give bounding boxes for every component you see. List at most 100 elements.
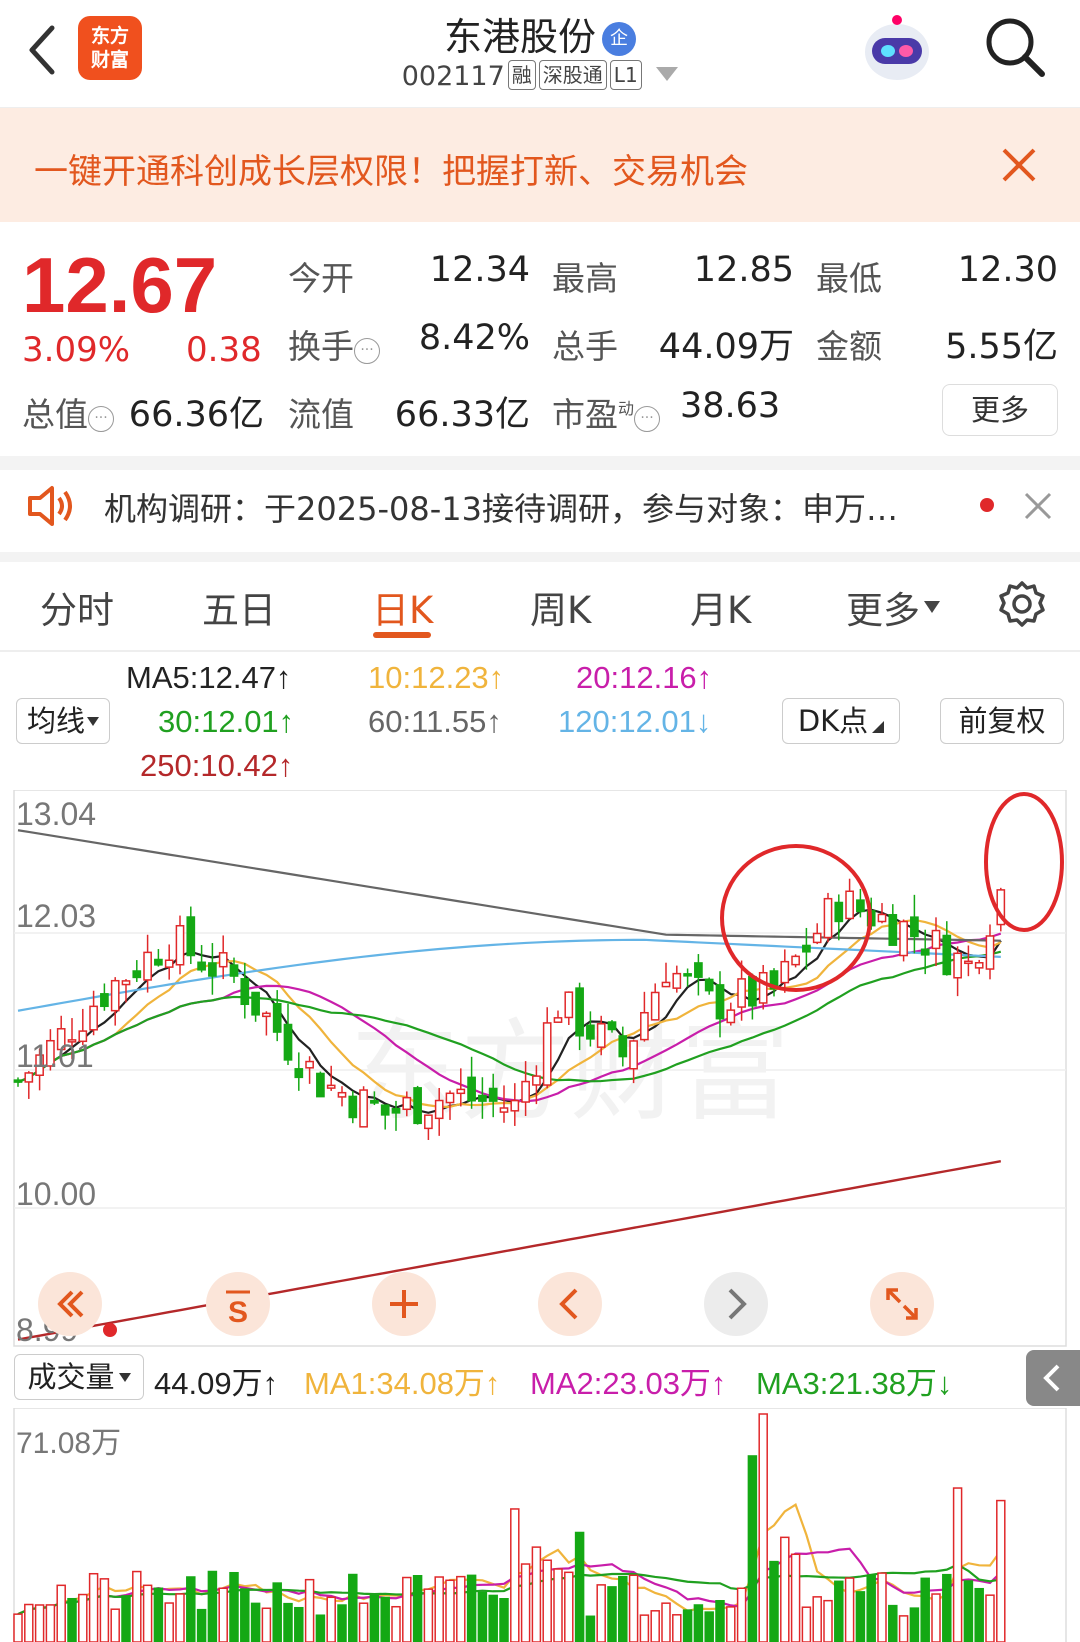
candle-body xyxy=(229,964,239,977)
dk-point-button[interactable]: DK点 xyxy=(782,698,900,744)
news-ticker[interactable]: 机构调研：于2025-08-13接待调研，参与对象：申万… xyxy=(104,484,898,530)
volume-bar xyxy=(240,1588,250,1642)
info-icon[interactable]: ··· xyxy=(634,406,661,432)
candle-body xyxy=(931,929,941,950)
pe-label[interactable]: 市盈动 ··· xyxy=(552,388,661,436)
volume-indicator-selector[interactable]: 成交量 xyxy=(14,1354,144,1400)
candle-body xyxy=(164,959,174,968)
candle-body xyxy=(974,962,984,969)
candle-body xyxy=(834,901,844,923)
volume-bar xyxy=(477,1591,488,1642)
turnover-label[interactable]: 换手 ··· xyxy=(288,320,380,368)
volume-bar xyxy=(715,1600,725,1642)
zoom-in-button[interactable] xyxy=(372,1272,436,1336)
volume-bar xyxy=(369,1594,380,1642)
change-percent: 3.09% xyxy=(22,330,131,370)
tab-weekly-k[interactable]: 周K xyxy=(530,580,591,634)
scroll-start-button[interactable] xyxy=(38,1272,102,1336)
candle-body xyxy=(780,960,790,984)
low-label: 最低 xyxy=(816,259,882,298)
volume-bar xyxy=(121,1595,131,1642)
candle-body xyxy=(283,1023,293,1061)
volume-bar xyxy=(218,1587,228,1642)
volume-bar xyxy=(434,1576,444,1642)
more-quote-button[interactable]: 更多 xyxy=(942,384,1058,436)
stock-name: 东港股份 xyxy=(443,15,596,59)
candle-body xyxy=(942,934,952,976)
tab-monthly-k[interactable]: 月K xyxy=(690,580,751,634)
volume-bar xyxy=(34,1604,45,1642)
candle-body xyxy=(542,1022,552,1086)
tab-daily-k[interactable]: 日K xyxy=(372,580,433,634)
high-label: 最高 xyxy=(552,259,618,298)
close-icon[interactable] xyxy=(1022,490,1054,522)
volume-bar xyxy=(672,1614,682,1642)
candle-body xyxy=(553,1017,563,1023)
plus-icon xyxy=(390,1290,418,1318)
candle-body xyxy=(175,924,185,966)
volume-bar xyxy=(996,1499,1006,1642)
low-value: 12.30 xyxy=(957,250,1058,290)
candle-body xyxy=(434,1099,444,1120)
scroll-left-button[interactable] xyxy=(538,1272,602,1336)
volume-bar xyxy=(693,1604,704,1642)
volume-bar xyxy=(974,1587,984,1642)
candle-body xyxy=(910,916,919,938)
candle-body xyxy=(985,935,995,970)
volume-bar xyxy=(445,1579,455,1642)
volume-bar xyxy=(423,1588,434,1642)
info-icon[interactable]: ··· xyxy=(88,406,114,432)
volume-chart[interactable] xyxy=(0,1408,1080,1642)
collapse-panel-button[interactable] xyxy=(1026,1350,1080,1406)
volume-bar xyxy=(13,1613,23,1642)
volume-bar xyxy=(909,1607,920,1642)
tab-five-day[interactable]: 五日 xyxy=(202,580,276,634)
candle-body xyxy=(143,951,152,981)
open-value: 12.34 xyxy=(429,250,530,290)
double-chevron-left-icon xyxy=(57,1290,84,1318)
float-cap-label: 流值 xyxy=(288,395,354,434)
volume-bar xyxy=(456,1575,466,1642)
info-icon[interactable]: ··· xyxy=(354,338,380,364)
turnover-value: 8.42% xyxy=(418,318,530,358)
candle-body xyxy=(424,1114,433,1130)
volume-bar xyxy=(132,1570,142,1642)
settings-gear-icon[interactable] xyxy=(998,580,1046,628)
mktcap-label[interactable]: 总值 ··· xyxy=(22,388,114,436)
candle-body xyxy=(510,1099,520,1112)
volume-bar xyxy=(564,1571,574,1642)
promo-banner[interactable]: 一键开通科创成长层权限！把握打新、交易机会 xyxy=(0,108,1080,222)
candle-body xyxy=(413,1087,422,1125)
unread-dot xyxy=(980,498,994,512)
stock-code: 002117 xyxy=(401,61,505,92)
chevron-right-icon xyxy=(728,1288,747,1320)
search-icon[interactable] xyxy=(982,14,1048,80)
ma-type-selector[interactable]: 均线 xyxy=(16,698,110,744)
float-cap-value: 66.33亿 xyxy=(394,395,530,435)
kline-chart[interactable]: 东方财富 xyxy=(0,790,1080,1350)
volume-bar xyxy=(747,1455,758,1642)
candle-body xyxy=(564,991,574,1019)
scroll-right-button[interactable] xyxy=(704,1272,768,1336)
candle-body xyxy=(877,913,887,923)
volume-bar xyxy=(56,1584,66,1642)
volume-bar xyxy=(531,1546,542,1642)
candle-body xyxy=(521,1080,530,1103)
tab-more[interactable]: 更多 xyxy=(846,580,940,634)
price-adjust-button[interactable]: 前复权 xyxy=(940,698,1064,744)
candle-body xyxy=(532,1075,541,1086)
sell-signal-button[interactable]: S xyxy=(206,1272,270,1336)
ma120-legend: 120:12.01↓ xyxy=(558,704,712,739)
candle-body xyxy=(823,897,833,939)
volume-bar xyxy=(99,1578,110,1642)
close-icon[interactable] xyxy=(998,144,1040,186)
volume-bar xyxy=(488,1594,498,1642)
ma60-line xyxy=(17,829,1001,942)
volume-bar xyxy=(963,1580,974,1642)
fullscreen-button[interactable] xyxy=(870,1272,934,1336)
ma250-start-dot xyxy=(103,1323,117,1337)
candle-body xyxy=(661,981,671,988)
amount-label: 金额 xyxy=(816,327,882,366)
tab-intraday[interactable]: 分时 xyxy=(40,580,114,634)
assistant-robot-icon[interactable] xyxy=(858,12,936,84)
